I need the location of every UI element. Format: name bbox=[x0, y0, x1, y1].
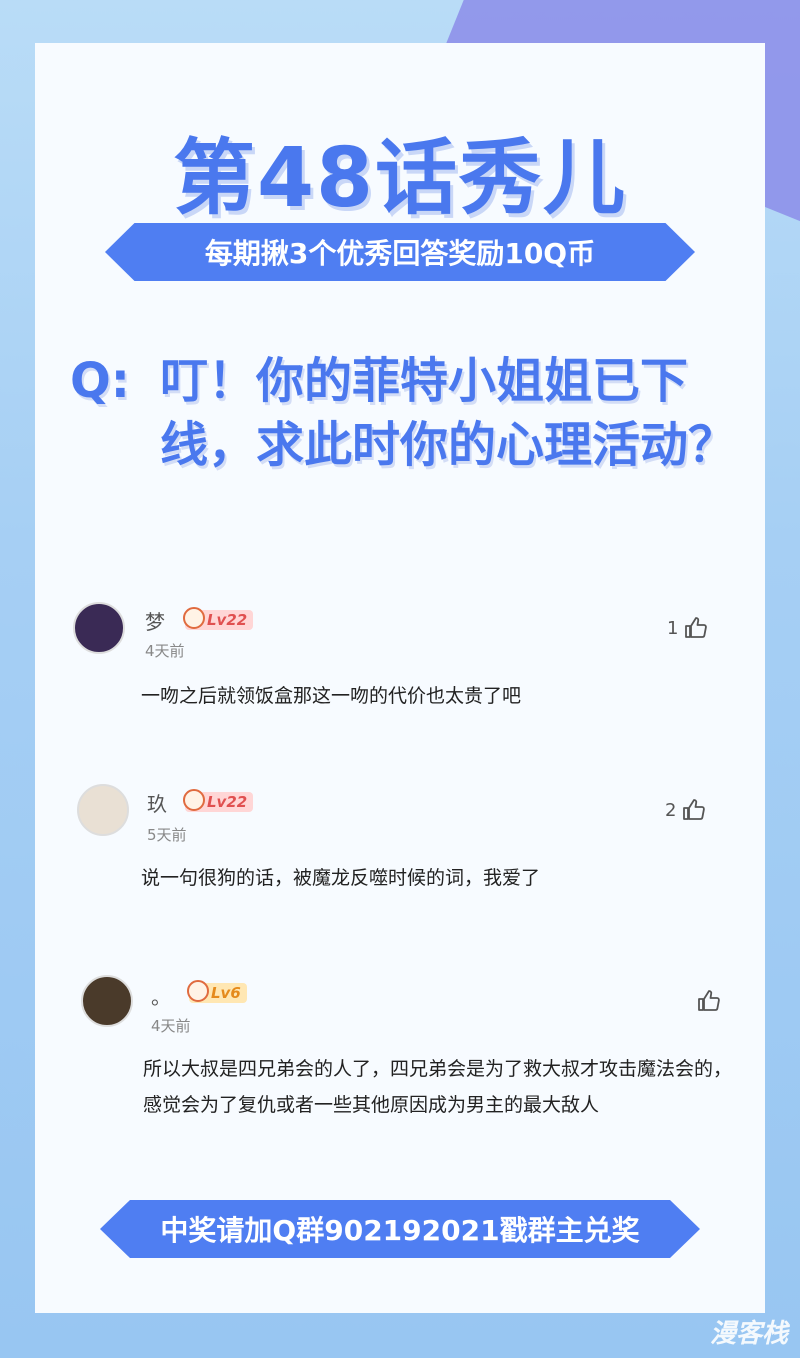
comment-username[interactable]: 。 bbox=[151, 981, 171, 1010]
like-button[interactable] bbox=[691, 989, 721, 1013]
prize-banner: 中奖请加Q群902192021戳群主兑奖 bbox=[100, 1200, 700, 1258]
level-label: Lv22 bbox=[207, 793, 248, 811]
thumbs-up-icon bbox=[685, 617, 708, 638]
like-button[interactable]: 1 bbox=[667, 616, 708, 640]
page-title: 第48话秀儿 bbox=[172, 131, 628, 226]
level-badge: Lv22 bbox=[183, 789, 254, 812]
question-prefix: Q: bbox=[70, 353, 130, 409]
comment-time: 4天前 bbox=[151, 1017, 191, 1035]
comment-username[interactable]: 梦 bbox=[145, 606, 165, 635]
like-button[interactable]: 2 bbox=[665, 798, 706, 822]
avatar[interactable] bbox=[81, 975, 133, 1027]
comment-text: 一吻之后就领饭盒那这一吻的代价也太贵了吧 bbox=[141, 685, 522, 707]
content-card: 第48话秀儿 每期揪3个优秀回答奖励10Q币 Q: 叮！你的菲特小姐姐已下线，求… bbox=[35, 43, 765, 1313]
comment-time: 5天前 bbox=[147, 826, 187, 844]
comment-text: 所以大叔是四兄弟会的人了，四兄弟会是为了救大叔才攻击魔法会的，感觉会为了复仇或者… bbox=[143, 1058, 733, 1116]
like-count: 2 bbox=[665, 799, 677, 821]
avatar[interactable] bbox=[73, 602, 125, 654]
question-text: 叮！你的菲特小姐姐已下线，求此时你的心理活动？ bbox=[160, 353, 737, 473]
comment-text: 说一句很狗的话，被魔龙反噬时候的词，我爱了 bbox=[141, 867, 541, 889]
reward-banner: 每期揪3个优秀回答奖励10Q币 bbox=[105, 223, 695, 281]
level-label: Lv22 bbox=[207, 611, 248, 629]
smiley-face-icon bbox=[183, 789, 205, 811]
like-count: 1 bbox=[667, 617, 679, 639]
thumbs-up-icon bbox=[698, 990, 720, 1011]
site-watermark: 漫客栈 bbox=[709, 1319, 788, 1349]
question: Q: 叮！你的菲特小姐姐已下线，求此时你的心理活动？ bbox=[70, 349, 740, 477]
smiley-face-icon bbox=[183, 607, 205, 629]
avatar[interactable] bbox=[77, 784, 129, 836]
comment-username[interactable]: 玖 bbox=[147, 788, 167, 817]
level-label: Lv6 bbox=[211, 984, 241, 1002]
level-badge: Lv6 bbox=[187, 980, 247, 1003]
level-badge: Lv22 bbox=[183, 607, 254, 630]
smiley-face-icon bbox=[187, 980, 209, 1002]
thumbs-up-icon bbox=[683, 799, 706, 820]
comment-time: 4天前 bbox=[145, 642, 185, 660]
